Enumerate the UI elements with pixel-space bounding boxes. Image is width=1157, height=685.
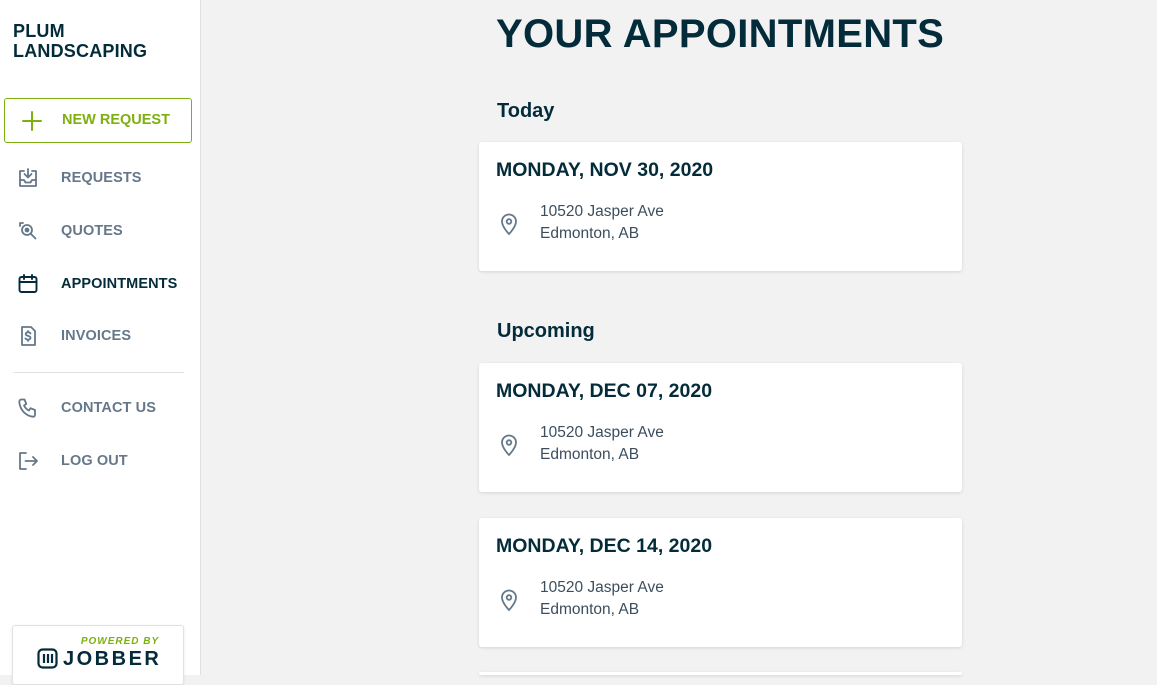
sidebar-item-log-out[interactable]: LOG OUT xyxy=(0,441,201,481)
plus-icon xyxy=(21,110,43,132)
section-heading-today: Today xyxy=(497,100,555,122)
appointment-address: 10520 Jasper Ave Edmonton, AB xyxy=(540,577,664,621)
jobber-logo-icon xyxy=(37,648,58,669)
sidebar: PLUM LANDSCAPING NEW REQUEST REQUESTS QU… xyxy=(0,0,201,685)
address-line2: Edmonton, AB xyxy=(540,225,640,242)
sidebar-item-contact-us[interactable]: CONTACT US xyxy=(0,388,201,428)
address-line1: 10520 Jasper Ave xyxy=(540,203,664,220)
sidebar-item-requests[interactable]: REQUESTS xyxy=(0,158,201,198)
appointment-date: MONDAY, DEC 14, 2020 xyxy=(496,535,713,557)
appointment-card[interactable]: MONDAY, DEC 07, 2020 10520 Jasper Ave Ed… xyxy=(479,363,962,492)
address-line2: Edmonton, AB xyxy=(540,601,640,618)
sidebar-item-appointments[interactable]: APPOINTMENTS xyxy=(0,264,201,304)
company-name-line1: PLUM xyxy=(13,21,65,41)
appointment-date: MONDAY, DEC 07, 2020 xyxy=(496,380,713,402)
appointment-card[interactable]: MONDAY, DEC 14, 2020 10520 Jasper Ave Ed… xyxy=(479,518,962,647)
sidebar-item-label: QUOTES xyxy=(61,223,123,239)
location-pin-icon xyxy=(499,212,519,236)
sidebar-divider xyxy=(13,372,184,373)
appointment-card[interactable]: MONDAY, NOV 30, 2020 10520 Jasper Ave Ed… xyxy=(479,142,962,271)
sidebar-item-label: CONTACT US xyxy=(61,400,156,416)
appointment-address: 10520 Jasper Ave Edmonton, AB xyxy=(540,201,664,245)
invoice-dollar-icon xyxy=(16,324,40,348)
appointment-date: MONDAY, NOV 30, 2020 xyxy=(496,159,714,181)
sidebar-item-quotes[interactable]: QUOTES xyxy=(0,211,201,251)
powered-by-jobber-badge[interactable]: POWERED BY JOBBER xyxy=(12,625,184,685)
powered-by-text: POWERED BY xyxy=(80,636,160,647)
quote-magnifier-icon xyxy=(16,219,40,243)
sidebar-item-label: APPOINTMENTS xyxy=(61,276,178,292)
sidebar-item-invoices[interactable]: INVOICES xyxy=(0,316,201,356)
company-name: PLUM LANDSCAPING xyxy=(13,21,147,61)
address-line1: 10520 Jasper Ave xyxy=(540,424,664,441)
sidebar-item-label: LOG OUT xyxy=(61,453,128,469)
location-pin-icon xyxy=(499,588,519,612)
new-request-label: NEW REQUEST xyxy=(62,112,170,128)
sidebar-item-label: REQUESTS xyxy=(61,170,142,186)
inbox-download-icon xyxy=(16,166,40,190)
sidebar-item-label: INVOICES xyxy=(61,328,132,344)
address-line2: Edmonton, AB xyxy=(540,446,640,463)
page-title: YOUR APPOINTMENTS xyxy=(496,12,945,56)
calendar-icon xyxy=(16,272,40,296)
phone-icon xyxy=(16,396,40,420)
jobber-wordmark: JOBBER xyxy=(63,648,162,670)
location-pin-icon xyxy=(499,433,519,457)
new-request-button[interactable]: NEW REQUEST xyxy=(4,98,192,143)
appointment-address: 10520 Jasper Ave Edmonton, AB xyxy=(540,422,664,466)
section-heading-upcoming: Upcoming xyxy=(497,320,595,342)
address-line1: 10520 Jasper Ave xyxy=(540,579,664,596)
logout-icon xyxy=(16,449,40,473)
company-name-line2: LANDSCAPING xyxy=(13,41,148,61)
